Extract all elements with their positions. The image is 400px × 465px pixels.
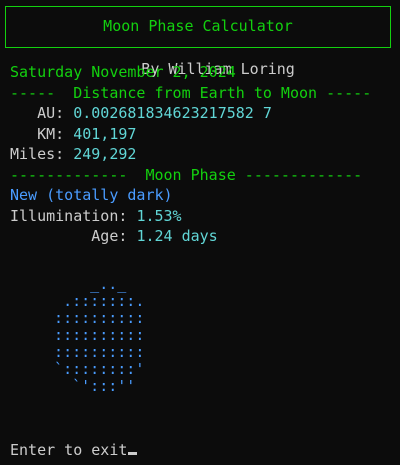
age-label: Age:: [91, 227, 128, 245]
au-value: 0.002681834623217582 7: [73, 104, 272, 122]
text-cursor: [128, 452, 138, 455]
age-value: 1.24: [136, 227, 173, 245]
km-row: KM: 401,197: [10, 124, 136, 145]
miles-label: Miles:: [10, 145, 65, 163]
illumination-value: 1.53%: [136, 206, 182, 225]
exit-prompt-row[interactable]: Enter to exit: [10, 440, 138, 461]
phase-name: New (totally dark): [10, 186, 173, 204]
miles-row: Miles: 249,292: [10, 144, 136, 165]
miles-value: 249,292: [73, 145, 137, 163]
age-row: Age: 1.24 days: [10, 226, 218, 247]
distance-section-header: ----- Distance from Earth to Moon -----: [10, 83, 372, 102]
terminal-window: Moon Phase Calculator By William Loring …: [0, 0, 400, 465]
moon-ascii-art: _.._ .:::::::. :::::::::: :::::::::: :::…: [54, 275, 145, 395]
illumination-row: Illumination: 1.53%: [10, 206, 182, 227]
km-value: 401,197: [73, 124, 137, 143]
km-label: KM:: [37, 124, 65, 143]
date-line: Saturday November 2, 2024: [10, 63, 236, 81]
au-row: AU: 0.002681834623217582 7: [10, 103, 272, 124]
illumination-label: Illumination:: [10, 206, 128, 225]
age-unit: days: [181, 227, 218, 245]
phase-section-header: ------------- Moon Phase -------------: [10, 165, 363, 184]
app-title: Moon Phase Calculator: [103, 17, 293, 35]
au-label: AU:: [37, 104, 65, 122]
exit-prompt: Enter to exit: [10, 441, 128, 459]
